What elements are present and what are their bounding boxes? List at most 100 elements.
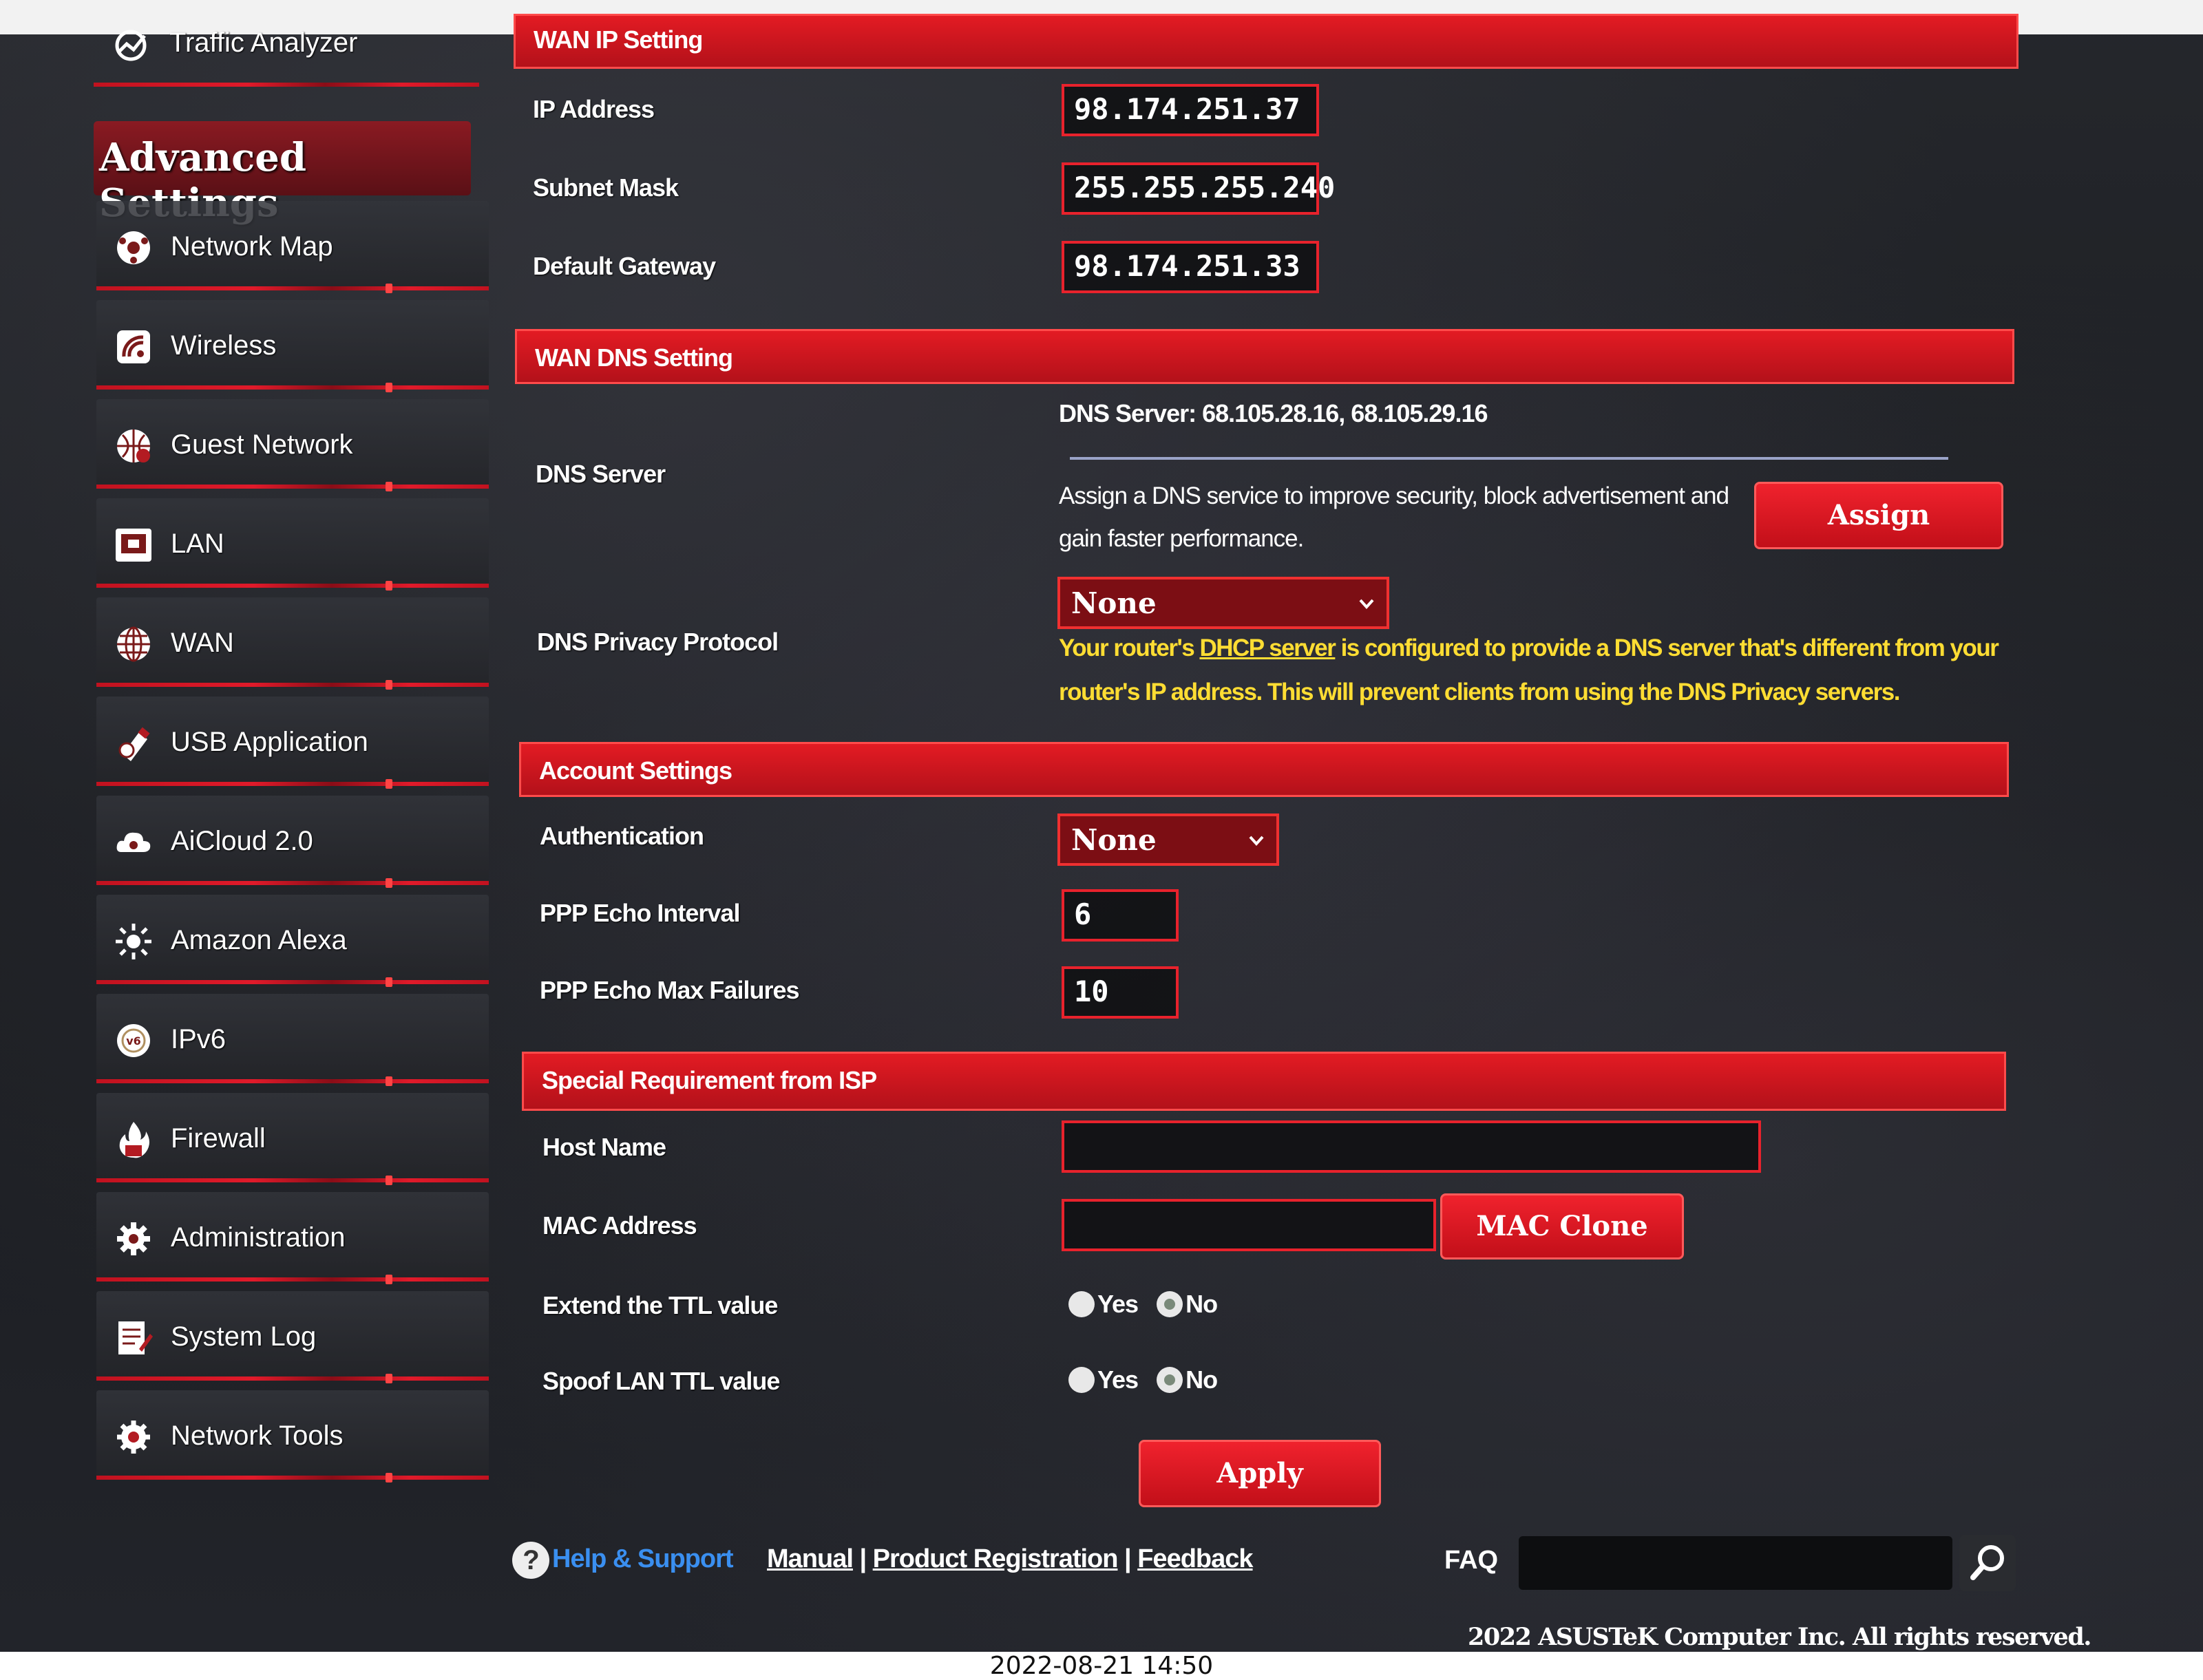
- administration-gear-icon: [117, 1222, 150, 1255]
- sidebar-divider: [96, 1374, 489, 1383]
- dns-divider: [1070, 457, 1948, 460]
- sidebar-divider: [96, 1473, 489, 1482]
- aicloud-icon: [116, 832, 151, 852]
- sidebar-item-usb-application[interactable]: USB Application: [96, 697, 489, 789]
- dns-privacy-protocol-select[interactable]: None: [1057, 577, 1389, 629]
- account-settings-section-header: Account Settings: [519, 742, 2009, 797]
- sidebar-item-label: AiCloud 2.0: [171, 826, 313, 856]
- warning-text-pre: Your router's: [1059, 635, 1200, 661]
- apply-button[interactable]: Apply: [1139, 1440, 1381, 1507]
- radio-label: No: [1185, 1365, 1218, 1394]
- sidebar-item-label: Traffic Analyzer: [169, 28, 358, 58]
- dns-server-value: DNS Server: 68.105.28.16, 68.105.29.16: [1059, 399, 1488, 427]
- sidebar-item-network-map[interactable]: Network Map: [96, 201, 489, 293]
- sidebar-item-label: WAN: [171, 628, 234, 658]
- authentication-label: Authentication: [540, 822, 704, 850]
- sidebar-item-label: Amazon Alexa: [171, 925, 347, 955]
- sidebar-item-administration[interactable]: Administration: [96, 1192, 489, 1284]
- sidebar-item-wireless[interactable]: Wireless: [96, 300, 489, 392]
- sidebar-item-guest-network[interactable]: Guest Network: [96, 399, 489, 491]
- extend-ttl-no-radio[interactable]: [1157, 1291, 1183, 1318]
- host-name-field[interactable]: [1062, 1120, 1761, 1173]
- product-registration-link[interactable]: Product Registration: [873, 1544, 1119, 1573]
- dns-server-label: DNS Server: [536, 460, 666, 488]
- sidebar-item-network-tools[interactable]: Network Tools: [96, 1390, 489, 1482]
- wan-dns-section-header: WAN DNS Setting: [515, 329, 2014, 384]
- ipv6-icon: v6: [117, 1024, 150, 1057]
- subnet-mask-field[interactable]: 255.255.255.240: [1062, 162, 1335, 215]
- dhcp-server-link[interactable]: DHCP server: [1199, 635, 1336, 661]
- spoof-ttl-yes-radio[interactable]: [1068, 1367, 1095, 1394]
- manual-link[interactable]: Manual: [767, 1544, 854, 1573]
- sidebar-divider: [96, 284, 489, 293]
- isp-requirements-section-header: Special Requirement from ISP: [522, 1052, 2006, 1111]
- chevron-down-icon: [1249, 836, 1264, 846]
- alexa-icon: [116, 924, 151, 959]
- guest-network-icon: [117, 429, 150, 462]
- sidebar-divider: [96, 779, 489, 789]
- section-title: WAN IP Setting: [534, 25, 703, 54]
- sidebar-divider: [96, 680, 489, 690]
- sidebar-item-label: Wireless: [171, 330, 277, 361]
- sidebar-item-label: Firewall: [171, 1123, 266, 1153]
- help-question-icon: ?: [512, 1542, 549, 1579]
- faq-search-input[interactable]: [1519, 1536, 1952, 1590]
- extend-ttl-label: Extend the TTL value: [542, 1291, 778, 1319]
- sidebar-item-label: System Log: [171, 1321, 317, 1352]
- wan-globe-icon: [117, 626, 150, 662]
- select-value: None: [1071, 823, 1157, 857]
- help-support-label: Help & Support: [552, 1544, 734, 1574]
- sidebar-item-aicloud[interactable]: AiCloud 2.0: [96, 796, 489, 888]
- mac-address-field[interactable]: [1062, 1199, 1436, 1251]
- default-gateway-label: Default Gateway: [533, 252, 716, 280]
- system-log-icon: [118, 1321, 153, 1354]
- select-value: None: [1071, 586, 1157, 620]
- ppp-echo-interval-label: PPP Echo Interval: [540, 899, 740, 927]
- dns-privacy-protocol-label: DNS Privacy Protocol: [537, 628, 779, 656]
- feedback-link[interactable]: Feedback: [1137, 1544, 1253, 1573]
- spoof-ttl-no-radio[interactable]: [1157, 1367, 1183, 1394]
- help-support-link[interactable]: ? Help & Support: [512, 1542, 734, 1579]
- sidebar-divider: [96, 977, 489, 987]
- mac-clone-button[interactable]: MAC Clone: [1440, 1193, 1684, 1259]
- search-icon: [1970, 1545, 2004, 1580]
- copyright-text: 2022 ASUSTeK Computer Inc. All rights re…: [1468, 1623, 2091, 1651]
- faq-search-button[interactable]: [1959, 1535, 2016, 1591]
- faq-label: FAQ: [1444, 1546, 1499, 1575]
- chevron-down-icon: [1359, 599, 1374, 609]
- sidebar-item-firewall[interactable]: Firewall: [96, 1093, 489, 1185]
- extend-ttl-yes-radio[interactable]: [1068, 1291, 1095, 1318]
- spoof-lan-ttl-radio-group: Yes No: [1068, 1364, 1230, 1394]
- sidebar-item-amazon-alexa[interactable]: Amazon Alexa: [96, 895, 489, 987]
- sidebar-item-traffic-analyzer[interactable]: Traffic Analyzer: [96, 25, 475, 87]
- default-gateway-field[interactable]: 98.174.251.33: [1062, 241, 1319, 293]
- authentication-select[interactable]: None: [1057, 814, 1279, 866]
- footer-links: Manual | Product Registration | Feedback: [767, 1544, 1254, 1574]
- sidebar-item-wan[interactable]: WAN: [96, 597, 489, 690]
- ppp-echo-max-failures-field[interactable]: 10: [1062, 966, 1179, 1019]
- ppp-echo-interval-field[interactable]: 6: [1062, 889, 1179, 942]
- host-name-label: Host Name: [542, 1133, 666, 1161]
- sidebar-divider: [96, 581, 489, 591]
- lan-icon: [116, 529, 151, 562]
- radio-label: Yes: [1097, 1365, 1139, 1394]
- sidebar-item-lan[interactable]: LAN: [96, 498, 489, 591]
- wan-ip-section-header: WAN IP Setting: [514, 14, 2018, 69]
- radio-label: Yes: [1097, 1290, 1139, 1319]
- sidebar-item-label: Network Tools: [171, 1421, 344, 1451]
- sidebar-item-label: Guest Network: [171, 429, 353, 460]
- dns-privacy-warning: Your router's DHCP server is configured …: [1059, 626, 2036, 714]
- radio-label: No: [1185, 1290, 1218, 1319]
- network-tools-icon: [117, 1421, 150, 1454]
- photo-timestamp: 2022-08-21 14:50: [989, 1652, 1214, 1680]
- ppp-echo-max-failures-label: PPP Echo Max Failures: [540, 976, 799, 1004]
- assign-button[interactable]: Assign: [1754, 482, 2003, 549]
- sidebar-divider: [96, 1275, 489, 1284]
- sidebar-item-label: IPv6: [171, 1024, 226, 1054]
- network-map-icon: [117, 231, 150, 264]
- photo-timestamp-strip: 2022-08-21 14:50: [0, 1652, 2203, 1680]
- ip-address-field[interactable]: 98.174.251.37: [1062, 84, 1319, 136]
- sidebar-item-ipv6[interactable]: v6 IPv6: [96, 994, 489, 1086]
- sidebar-item-system-log[interactable]: System Log: [96, 1291, 489, 1383]
- extend-ttl-radio-group: Yes No: [1068, 1288, 1230, 1319]
